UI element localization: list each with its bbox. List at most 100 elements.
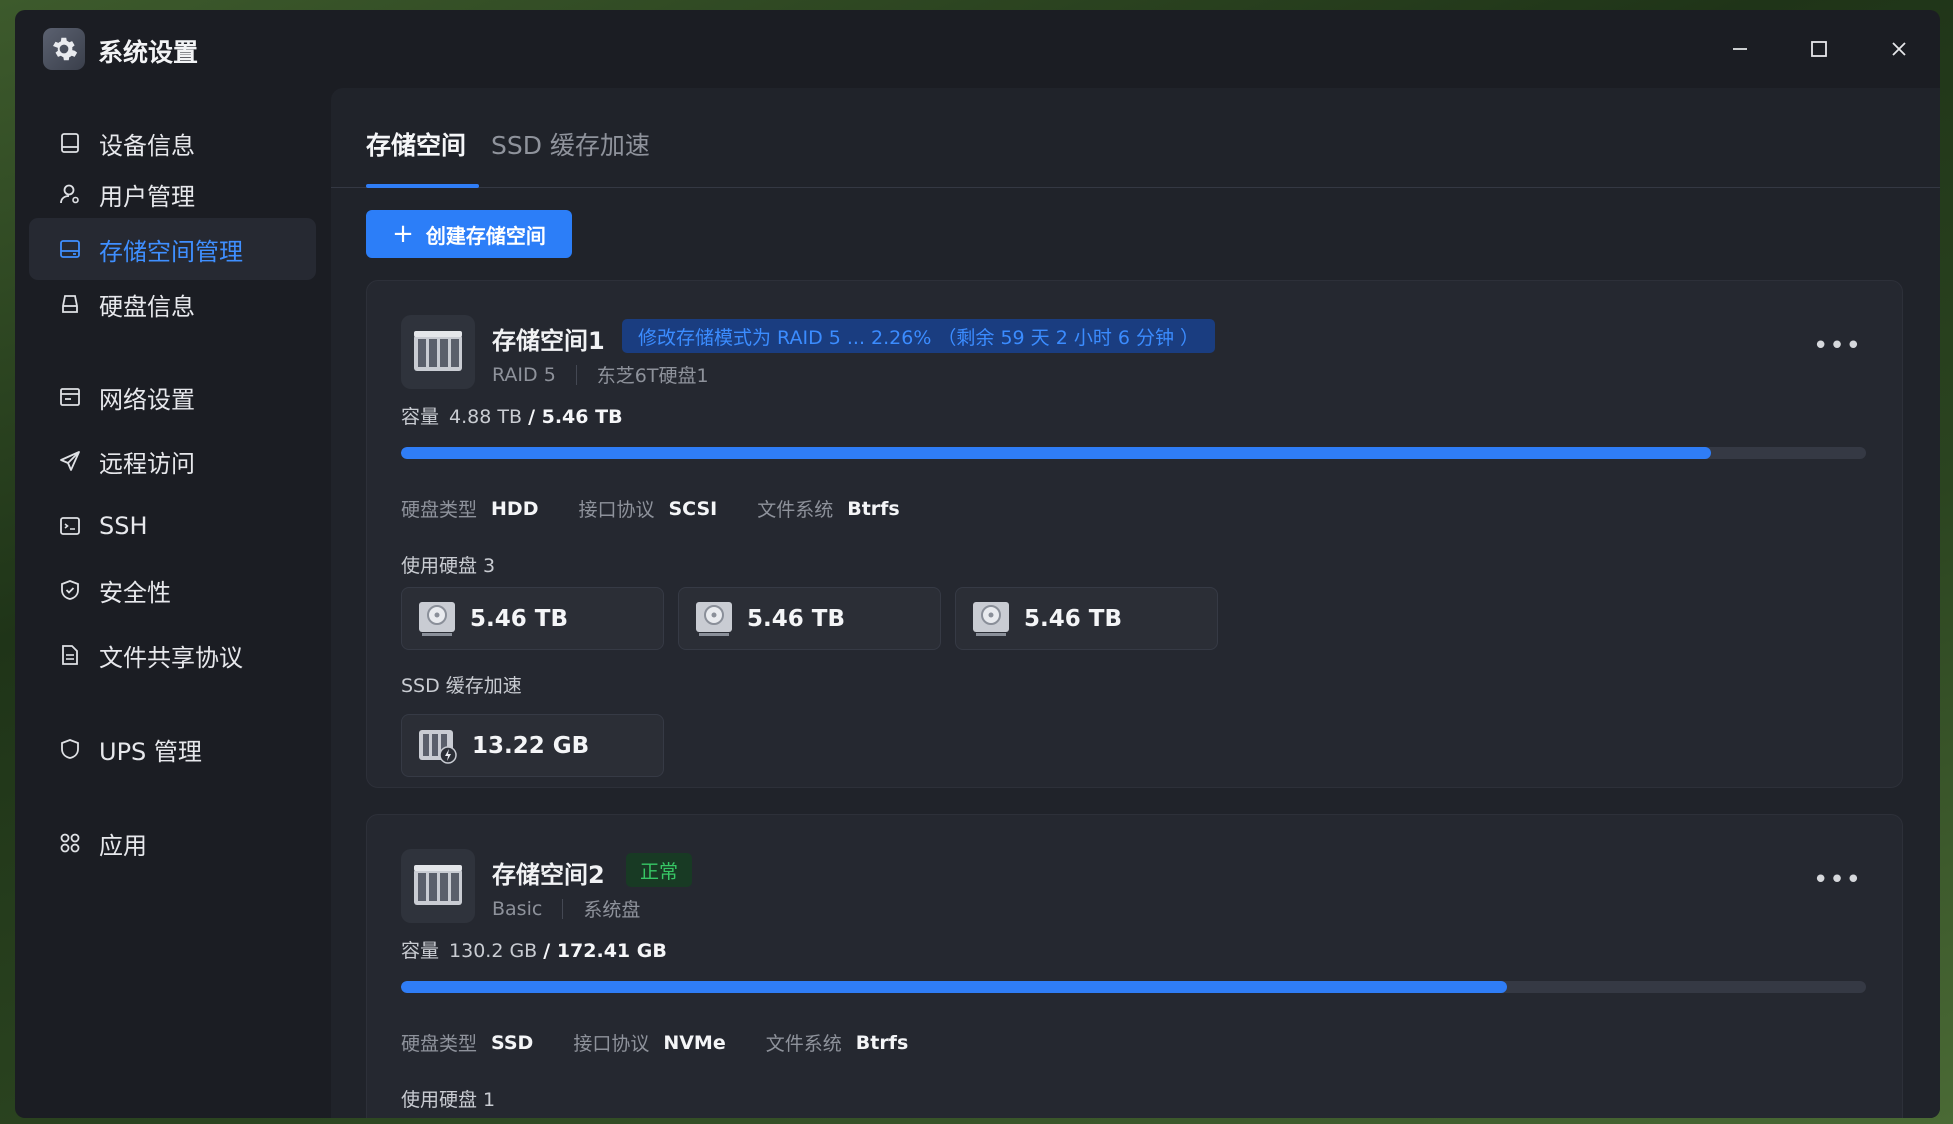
gear-icon — [43, 28, 85, 70]
sidebar: 设备信息 用户管理 存储空间管理 硬盘信息 网络设置 远程访问 SSH 安全性 — [15, 88, 331, 1118]
create-storage-label: 创建存储空间 — [425, 223, 546, 248]
disks-used-label: 使用硬盘 3 — [401, 555, 496, 577]
sidebar-item-label: 设备信息 — [99, 131, 195, 160]
ssd-cache-tile[interactable]: 13.22 GB — [401, 714, 664, 777]
raid-level: RAID 5 — [492, 363, 556, 386]
tab-bar: 存储空间 SSD 缓存加速 — [331, 88, 1940, 188]
capacity-used: 130.2 GB — [449, 940, 538, 962]
divider — [562, 898, 564, 919]
prop-label: 硬盘类型 — [401, 1033, 478, 1055]
disk-size: 5.46 TB — [470, 605, 568, 632]
disk-tile[interactable]: 5.46 TB — [678, 587, 941, 650]
more-icon: ••• — [1812, 331, 1862, 361]
more-options-button[interactable]: ••• — [1813, 867, 1862, 893]
create-storage-button[interactable]: + 创建存储空间 — [366, 210, 572, 258]
sidebar-item-network[interactable]: 网络设置 — [29, 366, 316, 428]
disk-size: 5.46 TB — [1024, 605, 1122, 632]
close-button[interactable] — [1879, 30, 1919, 68]
maximize-icon — [1811, 41, 1827, 57]
device-icon — [57, 130, 83, 156]
terminal-icon — [57, 513, 83, 539]
pool-description: 系统盘 — [583, 899, 641, 921]
ssd-cache-label: SSD 缓存加速 — [401, 675, 522, 697]
pool-status-badge: 正常 — [626, 853, 693, 887]
pool-description: 东芝6T硬盘1 — [596, 365, 709, 387]
pool-name: 存储空间2 — [492, 861, 605, 889]
document-icon — [57, 642, 83, 668]
disk-tile[interactable]: 5.46 TB — [401, 587, 664, 650]
ssd-cache-icon — [419, 729, 457, 764]
storage-pool-card: 存储空间1 修改存储模式为 RAID 5 ... 2.26% （剩余 59 天 … — [366, 280, 1903, 788]
sidebar-item-apps[interactable]: 应用 — [29, 812, 316, 874]
sidebar-item-label: 远程访问 — [99, 449, 195, 478]
usage-bar-fill — [401, 981, 1508, 993]
minimize-button[interactable] — [1720, 30, 1760, 68]
sidebar-item-disk-info[interactable]: 硬盘信息 — [29, 273, 316, 335]
sidebar-item-label: 硬盘信息 — [99, 292, 195, 321]
pool-name: 存储空间1 — [492, 327, 605, 355]
window-title: 系统设置 — [98, 38, 199, 67]
prop-value: HDD — [491, 497, 539, 520]
active-tab-indicator — [366, 184, 479, 188]
sidebar-item-storage[interactable]: 存储空间管理 — [29, 218, 316, 280]
apps-icon — [57, 830, 83, 856]
prop-label: 接口协议 — [573, 1033, 650, 1055]
sidebar-item-label: 用户管理 — [99, 182, 195, 211]
network-icon — [57, 384, 83, 410]
sidebar-item-label: 安全性 — [99, 578, 171, 607]
tab-ssd-cache[interactable]: SSD 缓存加速 — [491, 126, 650, 162]
usage-bar-fill — [401, 447, 1711, 459]
divider — [575, 364, 577, 385]
sidebar-item-security[interactable]: 安全性 — [29, 559, 316, 621]
title-bar: 系统设置 — [15, 10, 1940, 88]
shield-icon — [57, 736, 83, 762]
capacity-label: 容量 — [401, 406, 440, 428]
sidebar-item-label: 应用 — [99, 831, 147, 860]
close-icon — [1892, 42, 1906, 56]
capacity-total: / 5.46 TB — [528, 406, 623, 428]
tab-storage-space[interactable]: 存储空间 — [366, 126, 466, 162]
hard-disk-icon — [696, 601, 732, 636]
prop-label: 文件系统 — [765, 1033, 842, 1055]
prop-value: SSD — [491, 1031, 534, 1054]
user-icon — [57, 181, 83, 207]
storage-pool-card: 存储空间2 正常 Basic 系统盘 ••• 容量 130.2 GB / 172.… — [366, 814, 1903, 1118]
capacity-info: 容量 130.2 GB / 172.41 GB — [401, 936, 667, 963]
more-icon: ••• — [1812, 865, 1862, 895]
disk-tile[interactable]: 5.46 TB — [955, 587, 1218, 650]
plus-icon: + — [392, 219, 414, 249]
settings-window: 系统设置 设备信息 用户管理 存储空间管理 硬盘信息 网络设置 远程访问 SSH… — [15, 10, 1940, 1118]
disk-size: 5.46 TB — [747, 605, 845, 632]
prop-value: Btrfs — [847, 497, 900, 520]
prop-value: NVMe — [663, 1031, 726, 1054]
shield-check-icon — [57, 577, 83, 603]
sidebar-item-ssh[interactable]: SSH — [29, 495, 316, 557]
sidebar-item-label: 文件共享协议 — [99, 643, 243, 672]
sidebar-item-file-sharing[interactable]: 文件共享协议 — [29, 624, 316, 686]
prop-label: 接口协议 — [578, 499, 655, 521]
more-options-button[interactable]: ••• — [1813, 333, 1862, 359]
disk-icon — [57, 291, 83, 317]
sidebar-item-label: 网络设置 — [99, 385, 195, 414]
sidebar-item-label: SSH — [99, 512, 148, 540]
main-panel: 存储空间 SSD 缓存加速 + 创建存储空间 存储空间1 修改存储模式为 RAI… — [331, 88, 1940, 1118]
sidebar-item-users[interactable]: 用户管理 — [29, 163, 316, 225]
pool-sub-info: RAID 5 东芝6T硬盘1 — [492, 361, 709, 388]
sidebar-item-remote-access[interactable]: 远程访问 — [29, 430, 316, 492]
sidebar-item-ups[interactable]: UPS 管理 — [29, 718, 316, 780]
maximize-button[interactable] — [1799, 30, 1839, 68]
pool-properties: 硬盘类型 SSD 接口协议 NVMe 文件系统 Btrfs — [401, 1029, 948, 1056]
send-icon — [57, 448, 83, 474]
prop-label: 硬盘类型 — [401, 499, 478, 521]
pool-properties: 硬盘类型 HDD 接口协议 SCSI 文件系统 Btrfs — [401, 495, 940, 522]
raid-level: Basic — [492, 897, 543, 920]
ssd-size: 13.22 GB — [472, 732, 590, 759]
capacity-label: 容量 — [401, 940, 440, 962]
storage-icon — [57, 236, 83, 262]
usage-bar — [401, 447, 1866, 459]
minimize-icon — [1733, 48, 1747, 50]
pool-status-badge: 修改存储模式为 RAID 5 ... 2.26% （剩余 59 天 2 小时 6… — [622, 319, 1216, 353]
pool-sub-info: Basic 系统盘 — [492, 895, 640, 922]
capacity-info: 容量 4.88 TB / 5.46 TB — [401, 402, 623, 429]
capacity-total: / 172.41 GB — [543, 940, 667, 962]
